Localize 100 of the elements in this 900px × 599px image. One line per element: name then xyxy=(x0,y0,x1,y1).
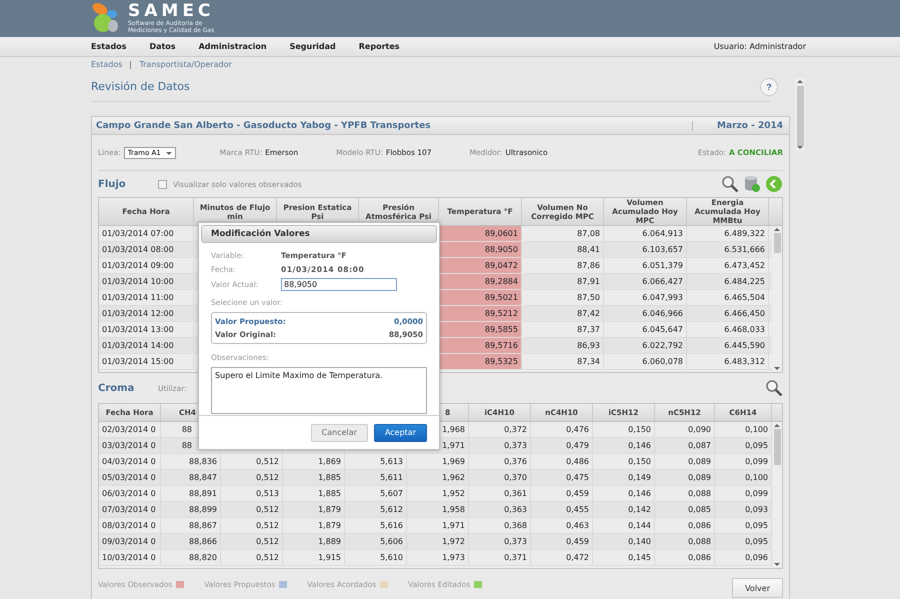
table-cell: 86,93 xyxy=(522,338,604,353)
table-cell: 07/03/2014 0 xyxy=(99,502,161,517)
table-cell: 6.465,504 xyxy=(687,290,769,305)
table-cell: 0,144 xyxy=(593,518,655,533)
table-cell: 89,5212 xyxy=(439,306,522,321)
menu-item[interactable]: Administracion xyxy=(198,42,267,51)
table-cell: 1,869 xyxy=(283,454,345,469)
user-label: Usuario: Administrador xyxy=(714,42,806,51)
table-cell: 01/03/2014 12:00 xyxy=(99,306,194,321)
table-cell: 0,513 xyxy=(221,486,283,501)
table-cell: 88,866 xyxy=(161,534,221,549)
breadcrumb-link[interactable]: Estados xyxy=(91,60,122,69)
table-cell: 0,086 xyxy=(655,550,715,565)
table-cell: 6.484,225 xyxy=(687,274,769,289)
table-cell: 6.473,452 xyxy=(687,258,769,273)
panel-title: Campo Grande San Alberto - Gasoducto Yabog - YPFB Transportes xyxy=(96,120,432,130)
table-cell: 88,836 xyxy=(161,454,221,469)
checkbox[interactable] xyxy=(158,180,167,188)
menu-item[interactable]: Reportes xyxy=(358,42,400,51)
table-cell: 87,42 xyxy=(522,306,604,321)
table-cell: 0,368 xyxy=(469,518,531,533)
table-cell: 0,371 xyxy=(469,550,531,565)
table-cell: 6.468,033 xyxy=(687,322,769,337)
table-cell: 0,086 xyxy=(655,518,715,533)
table-cell: 0,373 xyxy=(469,438,531,453)
table-cell: 6.483,312 xyxy=(687,354,769,369)
table-cell: 1,958 xyxy=(407,502,469,517)
table-cell: 1,879 xyxy=(283,502,345,517)
section-title: Croma xyxy=(98,382,136,394)
table-cell: 0,150 xyxy=(593,422,655,437)
table-cell: 88,41 xyxy=(522,242,604,257)
table-cell: 09/03/2014 0 xyxy=(99,534,161,549)
help-button[interactable]: ? xyxy=(760,78,778,96)
table-cell: 6.466,450 xyxy=(687,306,769,321)
table-cell: 87,08 xyxy=(522,226,604,241)
table-cell: 0,145 xyxy=(593,550,655,565)
table-cell: 6.103,657 xyxy=(604,242,687,257)
observations-field[interactable]: Supero el Limite Maximo de Temperatura. xyxy=(211,367,427,414)
table-cell: 0,373 xyxy=(469,534,531,549)
table-cell: 08/03/2014 0 xyxy=(99,518,161,533)
page-title: Revisión de Datos xyxy=(91,80,190,93)
table-cell: 6.060,078 xyxy=(604,354,687,369)
menu-item[interactable]: Seguridad xyxy=(290,42,336,51)
input-field[interactable]: 88,9050 xyxy=(281,278,397,291)
table-cell: 0,146 xyxy=(593,486,655,501)
table-cell: 88,891 xyxy=(161,486,221,501)
page-scrollbar[interactable] xyxy=(795,78,805,151)
table-cell: 0,088 xyxy=(655,534,715,549)
table-cell: 0,479 xyxy=(531,438,593,453)
table-cell: 88,867 xyxy=(161,518,221,533)
table-cell: 1,972 xyxy=(407,534,469,549)
table-cell: 89,5716 xyxy=(439,338,522,353)
table-cell: 6.064,913 xyxy=(604,226,687,241)
table-cell: 89,0601 xyxy=(439,226,522,241)
table-cell: 01/03/2014 10:00 xyxy=(99,274,194,289)
scrollbar[interactable] xyxy=(772,422,782,568)
table-cell: 04/03/2014 0 xyxy=(99,454,161,469)
table-cell: 6.489,322 xyxy=(687,226,769,241)
menu-item[interactable]: Datos xyxy=(149,42,176,51)
table-cell: 0,089 xyxy=(655,470,715,485)
back-button[interactable]: Volver xyxy=(732,578,783,598)
table-cell: 89,5325 xyxy=(439,354,522,369)
table-cell: 0,486 xyxy=(531,454,593,469)
table-cell: 89,5855 xyxy=(439,322,522,337)
table-cell: 1,885 xyxy=(283,486,345,501)
table-cell: 1,973 xyxy=(407,550,469,565)
breadcrumb-link[interactable]: Transportista/Operador xyxy=(139,60,232,69)
accept-button[interactable]: Aceptar xyxy=(374,424,427,442)
table-cell: 01/03/2014 11:00 xyxy=(99,290,194,305)
table-cell: 1,962 xyxy=(407,470,469,485)
table-cell: 1,889 xyxy=(283,534,345,549)
table-cell: 6.046,966 xyxy=(604,306,687,321)
table-cell: 1,969 xyxy=(407,454,469,469)
table-cell: 6.045,647 xyxy=(604,322,687,337)
table-cell: 1,952 xyxy=(407,486,469,501)
back-icon[interactable] xyxy=(765,175,783,193)
table-cell: 87,50 xyxy=(522,290,604,305)
table-cell: 01/03/2014 09:00 xyxy=(99,258,194,273)
search-icon[interactable] xyxy=(721,175,739,193)
table-cell: 0,372 xyxy=(469,422,531,437)
section-title: Flujo xyxy=(98,178,127,190)
table-cell: 03/03/2014 0 xyxy=(99,438,161,453)
table-cell: 01/03/2014 13:00 xyxy=(99,322,194,337)
table-cell: 02/03/2014 0 xyxy=(99,422,161,437)
table-cell: 6.022,792 xyxy=(604,338,687,353)
table-cell: 5,613 xyxy=(345,454,407,469)
table-cell: 0,459 xyxy=(531,486,593,501)
table-cell: 0,146 xyxy=(593,438,655,453)
table-cell: 89,5021 xyxy=(439,290,522,305)
table-cell: 0,476 xyxy=(531,422,593,437)
table-cell: 0,512 xyxy=(221,518,283,533)
search-icon[interactable] xyxy=(765,379,783,397)
scrollbar[interactable] xyxy=(772,226,782,372)
table-cell: 88,9050 xyxy=(439,242,522,257)
menu-item[interactable]: Estados xyxy=(91,42,126,51)
table-cell: 0,085 xyxy=(655,502,715,517)
table-cell: 1,915 xyxy=(283,550,345,565)
cancel-button[interactable]: Cancelar xyxy=(310,424,368,442)
table-cell: 0,363 xyxy=(469,502,531,517)
table-cell: 5,610 xyxy=(345,550,407,565)
